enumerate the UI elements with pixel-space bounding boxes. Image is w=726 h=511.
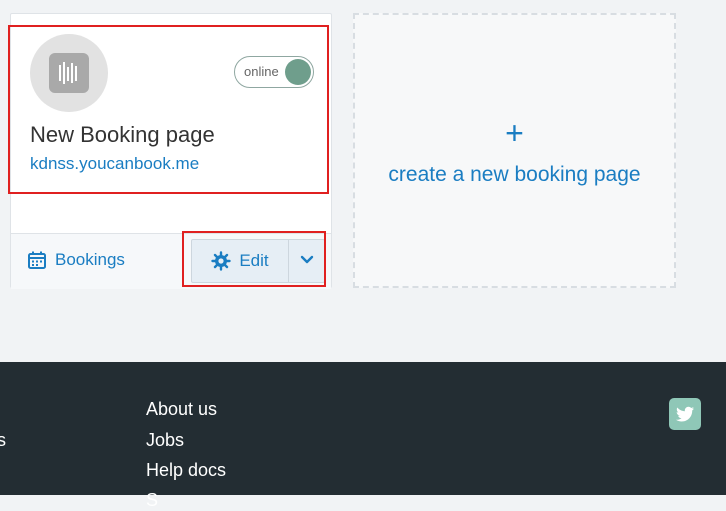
toggle-knob [285,59,311,85]
booking-page-card-body: online New Booking page kdnss.youcanbook… [11,14,331,233]
chevron-down-icon [300,252,314,270]
create-booking-page-card[interactable]: + create a new booking page [353,13,676,288]
edit-button-group: Edit [191,239,325,283]
booking-page-card-footer: Bookings Edit [11,233,331,289]
footer-link-about-us[interactable]: About us [146,399,217,420]
booking-page-card: online New Booking page kdnss.youcanbook… [10,13,332,289]
footer-link-help-docs[interactable]: Help docs [146,460,226,481]
booking-page-url-link[interactable]: kdnss.youcanbook.me [30,154,199,174]
edit-button[interactable]: Edit [192,240,289,282]
twitter-icon[interactable] [669,398,701,430]
bookings-label: Bookings [55,250,125,269]
online-toggle-label: online [244,64,279,79]
booking-page-avatar [30,34,108,112]
create-booking-page-label: create a new booking page [388,163,641,186]
bookings-button[interactable]: Bookings [27,250,125,270]
footer-link-partial[interactable]: s [0,430,6,451]
edit-dropdown-button[interactable] [289,240,324,282]
booking-page-logo-icon [49,53,89,93]
booking-page-title: New Booking page [30,122,215,147]
calendar-icon [27,250,47,270]
site-footer: s About us Jobs Help docs S [0,362,726,510]
online-toggle[interactable]: online [234,56,314,88]
plus-icon: + [505,115,524,151]
footer-link-jobs[interactable]: Jobs [146,430,184,451]
footer-link-partial-bottom[interactable]: S [146,490,158,511]
gear-icon [211,251,232,271]
edit-label: Edit [239,251,269,270]
